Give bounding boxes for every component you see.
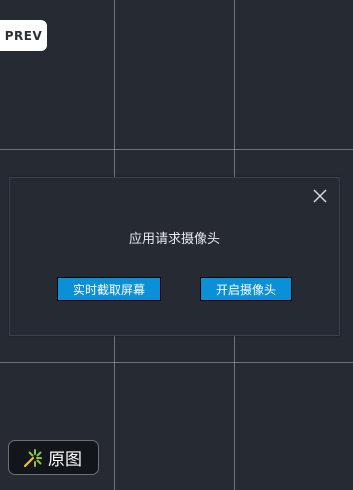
- original-image-label: 原图: [48, 450, 82, 470]
- open-camera-button[interactable]: 开启摄像头: [200, 277, 292, 301]
- grid-line-horizontal-1: [0, 149, 353, 150]
- prev-button-label: PREV: [4, 28, 43, 43]
- close-icon[interactable]: [311, 187, 329, 205]
- open-camera-button-label: 开启摄像头: [215, 282, 276, 297]
- camera-request-dialog: 应用请求摄像头 实时截取屏幕 开启摄像头: [9, 177, 340, 336]
- original-image-button[interactable]: 原图: [8, 440, 99, 475]
- screen-capture-button-label: 实时截取屏幕: [72, 282, 145, 297]
- dialog-title: 应用请求摄像头: [128, 232, 220, 247]
- grid-line-horizontal-2: [0, 362, 353, 363]
- prev-button[interactable]: PREV: [0, 20, 47, 51]
- screen-capture-button[interactable]: 实时截取屏幕: [57, 277, 161, 301]
- sparkle-wand-icon: [23, 448, 42, 467]
